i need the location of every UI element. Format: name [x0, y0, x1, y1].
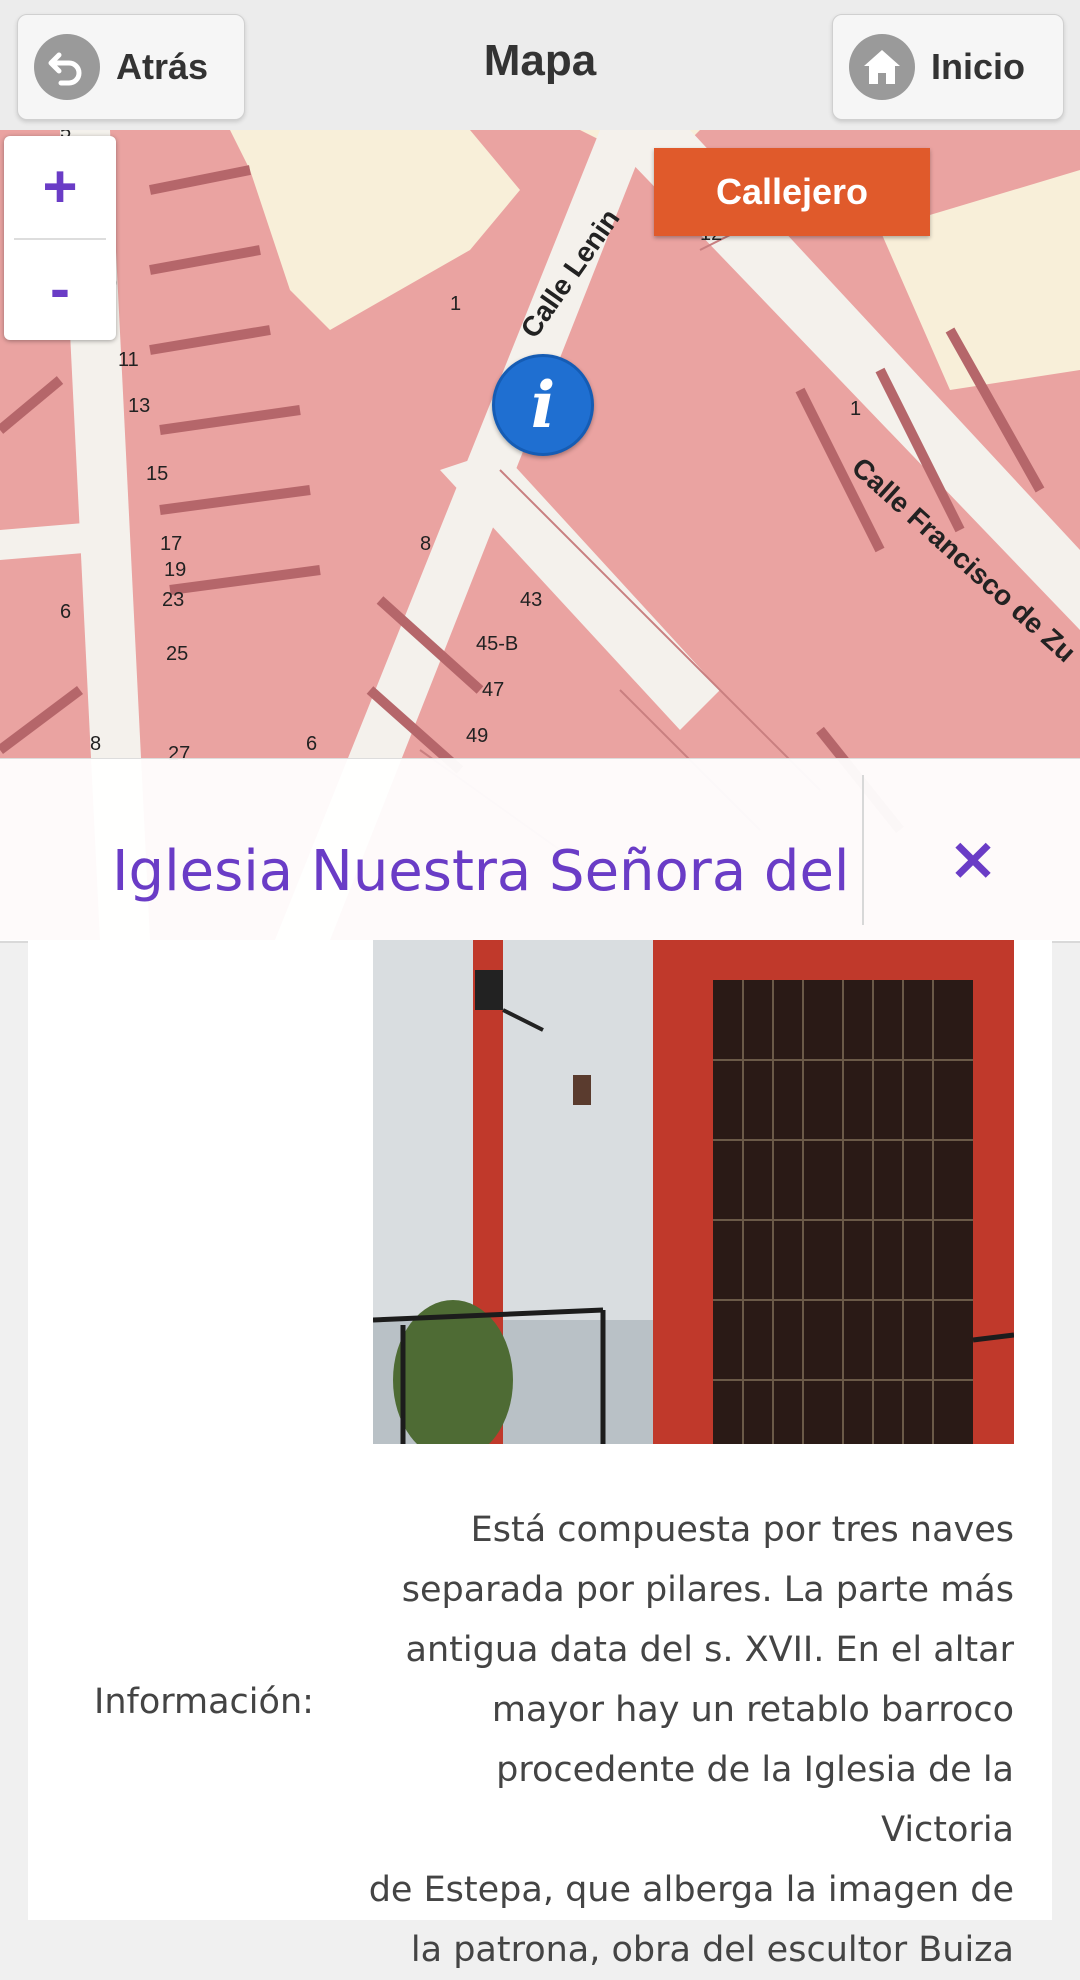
home-button-label: Inicio	[931, 46, 1026, 87]
svg-text:6: 6	[306, 733, 317, 755]
church-door-photo	[373, 940, 1014, 1444]
info-line: mayor hay un retablo barroco	[491, 1690, 1014, 1730]
callejero-layer-button[interactable]: Callejero	[654, 148, 930, 236]
svg-text:45-B: 45-B	[476, 633, 518, 655]
svg-text:47: 47	[482, 679, 504, 701]
svg-text:6: 6	[60, 601, 71, 623]
top-bar: Atrás Mapa Inicio	[0, 0, 1080, 132]
home-icon	[849, 34, 915, 100]
info-marker-glyph: i	[530, 367, 556, 443]
svg-text:1: 1	[850, 398, 861, 420]
svg-text:8: 8	[90, 733, 101, 755]
svg-text:8: 8	[420, 533, 431, 555]
info-marker-icon[interactable]: i	[492, 354, 594, 456]
zoom-out-button[interactable]: -	[4, 238, 116, 338]
info-line: Está compuesta por tres naves	[470, 1510, 1014, 1550]
home-button[interactable]: Inicio	[832, 14, 1064, 120]
svg-text:11: 11	[118, 349, 139, 371]
svg-text:23: 23	[162, 589, 184, 611]
zoom-control: + -	[4, 136, 116, 340]
close-button[interactable]: ×	[918, 819, 1028, 899]
popup-divider	[862, 775, 864, 925]
svg-text:1: 1	[450, 293, 461, 315]
detail-card: Información: Está compuesta por tres nav…	[28, 940, 1052, 1970]
svg-text:43: 43	[520, 589, 542, 611]
info-line: separada por pilares. La parte más	[401, 1570, 1014, 1610]
svg-text:17: 17	[160, 533, 182, 555]
popup-header: Iglesia Nuestra Señora del ×	[0, 758, 1080, 943]
info-text: Está compuesta por tres naves separada p…	[358, 1500, 1014, 1980]
svg-text:25: 25	[166, 643, 188, 665]
info-line: de Estepa, que alberga la imagen de	[368, 1870, 1014, 1910]
svg-text:49: 49	[466, 725, 488, 747]
svg-text:13: 13	[128, 395, 150, 417]
info-line: la patrona, obra del escultor Buiza	[410, 1930, 1014, 1970]
info-line: antigua data del s. XVII. En el altar	[405, 1630, 1014, 1670]
close-icon: ×	[947, 824, 999, 894]
info-label: Información:	[94, 1682, 314, 1722]
zoom-in-button[interactable]: +	[4, 136, 116, 236]
svg-text:19: 19	[164, 559, 186, 581]
svg-text:15: 15	[146, 463, 168, 485]
popup-title: Iglesia Nuestra Señora del	[112, 839, 850, 904]
info-line: procedente de la Iglesia de la Victoria	[496, 1750, 1014, 1850]
